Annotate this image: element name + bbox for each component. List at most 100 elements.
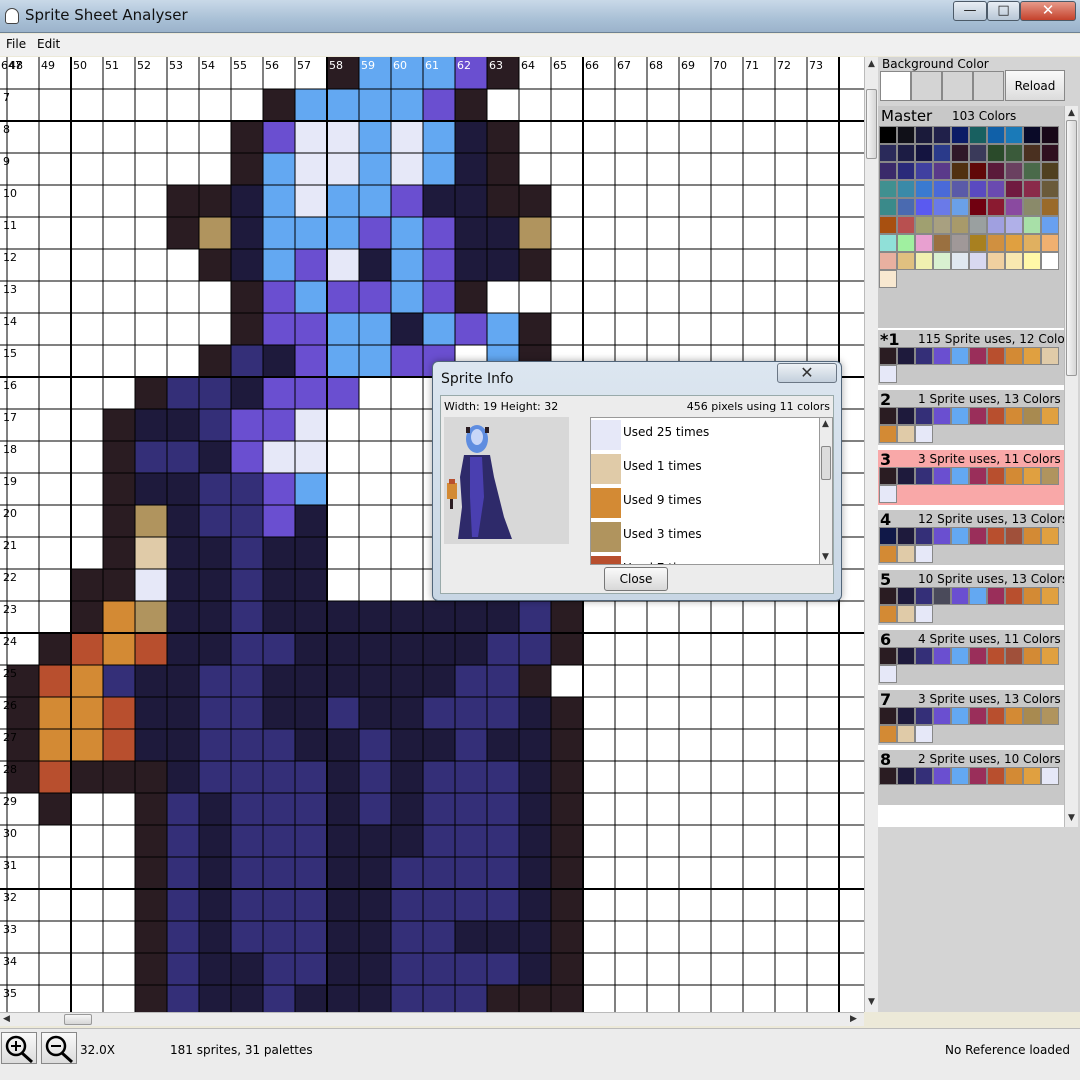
grid-pixel[interactable] — [199, 89, 231, 121]
grid-pixel[interactable] — [743, 665, 775, 697]
grid-pixel[interactable] — [327, 537, 359, 569]
grid-pixel[interactable] — [39, 697, 71, 729]
grid-pixel[interactable] — [167, 377, 199, 409]
grid-pixel[interactable] — [519, 793, 551, 825]
grid-pixel[interactable] — [551, 313, 583, 345]
grid-pixel[interactable] — [295, 569, 327, 601]
zoom-out-button[interactable] — [41, 1032, 77, 1064]
master-color-swatch[interactable] — [879, 126, 897, 144]
master-color-swatch[interactable] — [897, 216, 915, 234]
grid-pixel[interactable] — [39, 249, 71, 281]
master-color-swatch[interactable] — [1041, 252, 1059, 270]
master-color-swatch[interactable] — [1005, 198, 1023, 216]
grid-pixel[interactable] — [711, 857, 743, 889]
grid-pixel[interactable] — [711, 921, 743, 953]
master-color-swatch[interactable] — [987, 252, 1005, 270]
grid-pixel[interactable] — [679, 185, 711, 217]
grid-pixel[interactable] — [103, 185, 135, 217]
grid-pixel[interactable] — [423, 121, 455, 153]
grid-pixel[interactable] — [167, 409, 199, 441]
grid-pixel[interactable] — [263, 217, 295, 249]
grid-pixel[interactable] — [551, 153, 583, 185]
grid-pixel[interactable] — [167, 857, 199, 889]
grid-pixel[interactable] — [167, 473, 199, 505]
grid-pixel[interactable] — [71, 601, 103, 633]
grid-pixel[interactable] — [487, 665, 519, 697]
color-usage-row[interactable]: Used 1 times — [591, 452, 819, 486]
palette-color-swatch[interactable] — [879, 545, 897, 563]
grid-pixel[interactable] — [423, 697, 455, 729]
grid-pixel[interactable] — [103, 409, 135, 441]
grid-pixel[interactable] — [199, 121, 231, 153]
palette-color-swatch[interactable] — [969, 527, 987, 545]
palette-color-swatch[interactable] — [897, 587, 915, 605]
grid-pixel[interactable] — [551, 281, 583, 313]
grid-pixel[interactable] — [519, 249, 551, 281]
grid-pixel[interactable] — [359, 569, 391, 601]
grid-pixel[interactable] — [71, 697, 103, 729]
grid-pixel[interactable] — [263, 761, 295, 793]
grid-pixel[interactable] — [135, 857, 167, 889]
grid-pixel[interactable] — [135, 953, 167, 985]
palette-color-swatch[interactable] — [987, 347, 1005, 365]
grid-pixel[interactable] — [199, 185, 231, 217]
grid-pixel[interactable] — [39, 89, 71, 121]
grid-pixel[interactable] — [135, 281, 167, 313]
palette-scroll-thumb[interactable] — [1066, 120, 1077, 376]
grid-pixel[interactable] — [679, 953, 711, 985]
grid-pixel[interactable] — [167, 217, 199, 249]
scroll-up-arrow-icon[interactable]: ▲ — [822, 419, 829, 429]
grid-pixel[interactable] — [263, 249, 295, 281]
master-color-swatch[interactable] — [915, 198, 933, 216]
grid-pixel[interactable] — [231, 921, 263, 953]
grid-pixel[interactable] — [711, 761, 743, 793]
grid-pixel[interactable] — [391, 665, 423, 697]
grid-pixel[interactable] — [359, 793, 391, 825]
palette-list-scrollbar[interactable]: ▲ ▼ — [1064, 106, 1078, 827]
grid-pixel[interactable] — [647, 793, 679, 825]
grid-pixel[interactable] — [679, 857, 711, 889]
grid-pixel[interactable] — [231, 729, 263, 761]
palette-color-swatch[interactable] — [915, 425, 933, 443]
grid-pixel[interactable] — [295, 345, 327, 377]
palette-color-swatch[interactable] — [897, 647, 915, 665]
grid-pixel[interactable] — [135, 441, 167, 473]
grid-pixel[interactable] — [359, 409, 391, 441]
zoom-in-button[interactable] — [1, 1032, 37, 1064]
palette-entry[interactable]: 21 Sprite uses, 13 Colors — [878, 388, 1064, 445]
grid-pixel[interactable] — [135, 249, 167, 281]
grid-pixel[interactable] — [487, 89, 519, 121]
palette-color-swatch[interactable] — [1005, 767, 1023, 785]
grid-pixel[interactable] — [743, 697, 775, 729]
grid-pixel[interactable] — [71, 537, 103, 569]
grid-pixel[interactable] — [231, 313, 263, 345]
grid-pixel[interactable] — [263, 889, 295, 921]
grid-pixel[interactable] — [423, 761, 455, 793]
grid-pixel[interactable] — [135, 633, 167, 665]
grid-pixel[interactable] — [327, 217, 359, 249]
palette-color-swatch[interactable] — [915, 725, 933, 743]
grid-pixel[interactable] — [615, 921, 647, 953]
grid-pixel[interactable] — [359, 313, 391, 345]
grid-pixel[interactable] — [39, 505, 71, 537]
grid-pixel[interactable] — [423, 249, 455, 281]
grid-pixel[interactable] — [455, 793, 487, 825]
grid-pixel[interactable] — [71, 761, 103, 793]
grid-pixel[interactable] — [455, 889, 487, 921]
master-color-swatch[interactable] — [1041, 126, 1059, 144]
grid-pixel[interactable] — [359, 697, 391, 729]
grid-pixel[interactable] — [39, 601, 71, 633]
grid-pixel[interactable] — [359, 153, 391, 185]
grid-pixel[interactable] — [679, 153, 711, 185]
master-color-swatch[interactable] — [1005, 234, 1023, 252]
grid-pixel[interactable] — [743, 857, 775, 889]
grid-pixel[interactable] — [647, 985, 679, 1012]
grid-pixel[interactable] — [199, 793, 231, 825]
grid-pixel[interactable] — [39, 889, 71, 921]
grid-pixel[interactable] — [711, 185, 743, 217]
master-color-swatch[interactable] — [987, 198, 1005, 216]
grid-pixel[interactable] — [519, 921, 551, 953]
grid-pixel[interactable] — [39, 153, 71, 185]
grid-pixel[interactable] — [263, 921, 295, 953]
palette-color-swatch[interactable] — [879, 347, 897, 365]
